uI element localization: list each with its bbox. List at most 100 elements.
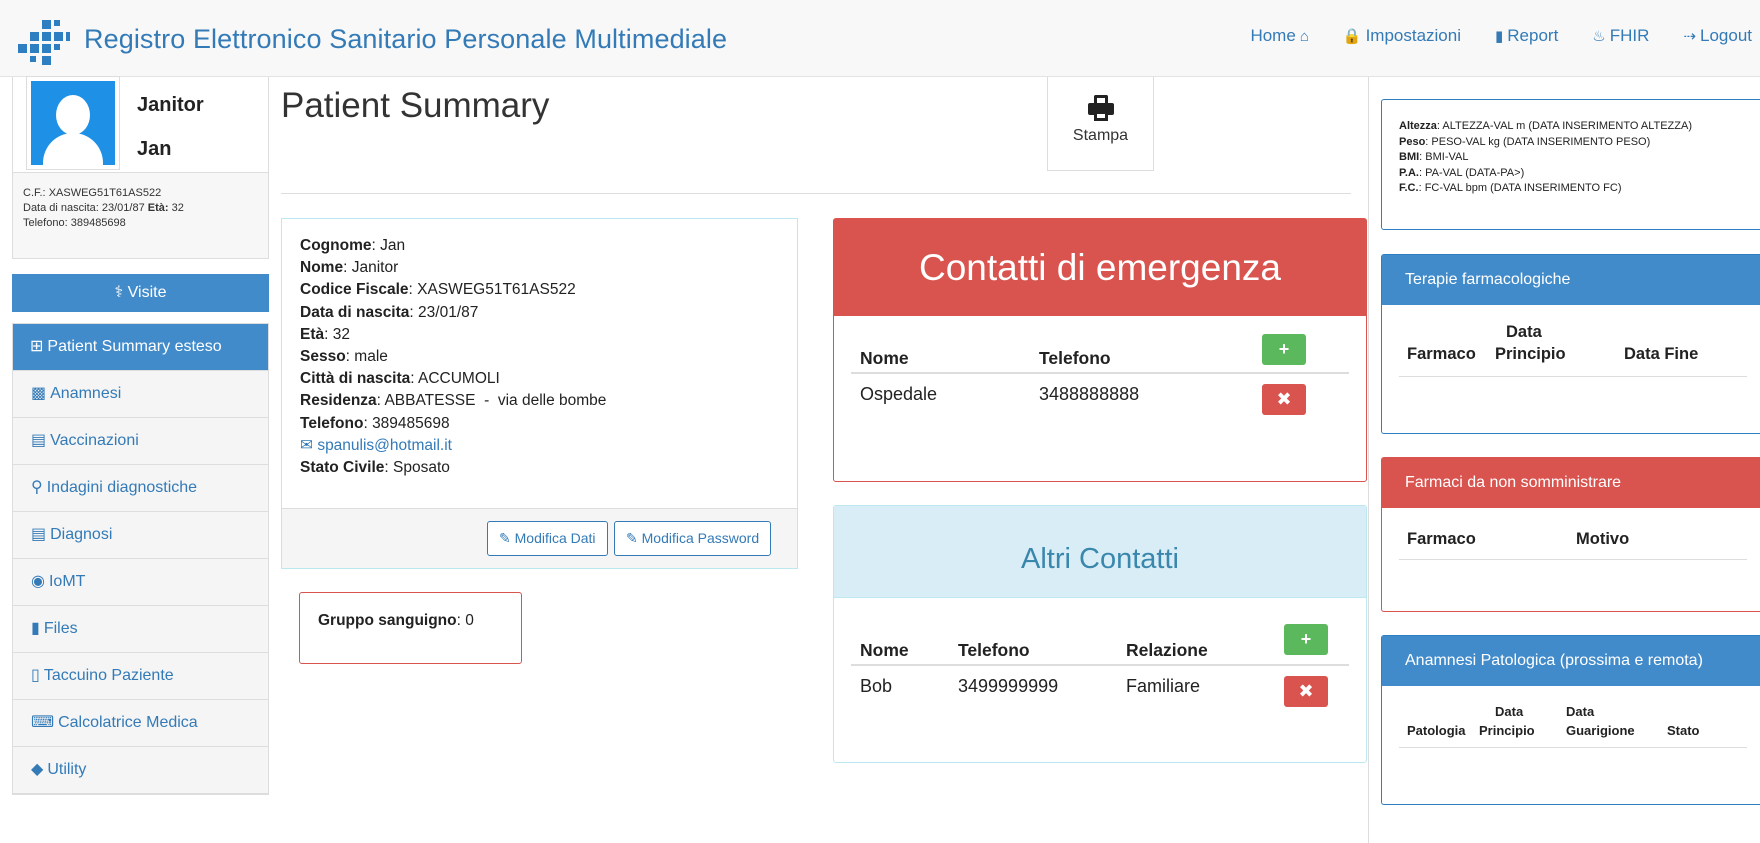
blood-group-label: Gruppo sanguigno: [318, 612, 457, 629]
col-data-guarigione-line1: Data: [1566, 704, 1595, 719]
col-farmaco: Farmaco: [1407, 530, 1476, 548]
nav-links: Home ⌂ 🔒 Impostazioni ▮ Report ♨ FHIR ⇢ Logou…: [1216, 26, 1752, 46]
nav-fhir-label: FHIR: [1609, 26, 1650, 45]
citta-value: ACCUMOLI: [418, 370, 500, 388]
fc-value: FC-VAL bpm (DATA INSERIMENTO FC): [1424, 182, 1622, 194]
sidebar-item-files[interactable]: ▮ Files: [13, 606, 268, 653]
col-nome: Nome: [860, 348, 909, 368]
nav-report[interactable]: ▮ Report: [1495, 26, 1558, 46]
add-emergency-contact-button[interactable]: +: [1262, 334, 1306, 365]
plus-icon: +: [1278, 339, 1290, 359]
data-nascita-value: 23/01/87: [418, 303, 479, 321]
cognome-value: Jan: [380, 237, 406, 254]
col-telefono: Telefono: [1039, 348, 1111, 368]
brand[interactable]: Registro Elettronico Sanitario Personale…: [18, 18, 727, 65]
col-telefono: Telefono: [958, 640, 1030, 660]
telefono-value: 389485698: [372, 414, 450, 432]
sidebar-item-label: Calcolatrice Medica: [58, 714, 198, 731]
sidebar-item-anamnesi[interactable]: ▩ Anamnesi: [13, 371, 268, 418]
table-icon: ⊞: [30, 338, 44, 355]
emergency-contacts-panel: Contatti di emergenza Nome Telefono + Os…: [833, 218, 1367, 482]
nav-impostazioni-label: Impostazioni: [1365, 26, 1461, 45]
modifica-password-button[interactable]: ✎ Modifica Password: [614, 521, 772, 556]
right-column: Altezza: ALTEZZA-VAL m (DATA INSERIMENTO…: [1368, 77, 1760, 843]
col-data-principio-line2: Principio: [1495, 345, 1566, 363]
modifica-dati-button[interactable]: ✎ Modifica Dati: [487, 521, 608, 556]
nav-logout-label: Logout: [1700, 26, 1752, 45]
email-value: spanulis@hotmail.it: [317, 436, 452, 454]
table-row: Ospedale 3488888888 ✖: [851, 376, 1349, 418]
terapie-panel: Terapie farmacologiche Farmaco Data Prin…: [1381, 254, 1760, 434]
print-label: Stampa: [1072, 127, 1129, 144]
col-data-guarigione-line2: Guarigione: [1566, 723, 1635, 738]
email-link[interactable]: ✉ spanulis@hotmail.it: [300, 435, 779, 457]
sidebar-item-label: Utility: [47, 761, 87, 778]
cf-value: XASWEG51T61AS522: [48, 187, 162, 199]
bmi-label: BMI: [1399, 151, 1420, 163]
sidebar-item-patient-summary[interactable]: ⊞ Patient Summary esteso: [13, 324, 268, 371]
patient-profile-card: Janitor Jan: [12, 77, 269, 173]
delete-emergency-contact-button[interactable]: ✖: [1262, 384, 1306, 415]
col-patologia: Patologia: [1407, 723, 1466, 738]
sidebar-item-indagini[interactable]: ⚲ Indagini diagnostiche: [13, 465, 268, 512]
blood-group-box: Gruppo sanguigno: 0: [299, 592, 522, 664]
eta-value: 32: [171, 202, 184, 214]
sidebar-item-vaccinazioni[interactable]: ▤ Vaccinazioni: [13, 418, 268, 465]
pencil-icon: ✎: [499, 530, 511, 546]
document-icon: ▤: [31, 432, 47, 449]
pa-value: PA-VAL (DATA-PA>): [1425, 166, 1525, 179]
patient-info-footer: ✎ Modifica Dati ✎ Modifica Password: [282, 508, 797, 568]
cognome-label: Cognome: [300, 237, 372, 254]
peso-value: PESO-VAL kg (DATA INSERIMENTO PESO): [1431, 135, 1651, 148]
patient-second-line: Jan: [137, 138, 172, 160]
eta-label: Età:: [147, 202, 169, 214]
page-title: Patient Summary: [281, 86, 550, 125]
pa-label: P.A.: [1399, 166, 1419, 179]
divider: [281, 193, 1351, 194]
sidebar-item-calcolatrice[interactable]: ⌨ Calcolatrice Medica: [13, 700, 268, 747]
nav-home-label: Home: [1250, 26, 1296, 45]
nome-value: Janitor: [351, 259, 399, 277]
other-contacts-panel: Altri Contatti Nome Telefono Relazione +…: [833, 505, 1367, 763]
tel-value: 389485698: [70, 217, 126, 229]
sidebar-item-label: Vaccinazioni: [50, 432, 139, 449]
visite-button[interactable]: ⚕ Visite: [12, 274, 269, 312]
nav-impostazioni[interactable]: 🔒 Impostazioni: [1343, 26, 1461, 46]
sidebar-item-diagnosi[interactable]: ▤ Diagnosi: [13, 512, 268, 559]
plus-icon: +: [1300, 629, 1312, 649]
nav-logout[interactable]: ⇢ Logout: [1683, 26, 1752, 46]
add-other-contact-button[interactable]: +: [1284, 624, 1328, 655]
patient-info-panel: Cognome: Jan Nome: Janitor Codice Fiscal…: [281, 218, 798, 569]
lock-icon: 🔒: [1342, 28, 1362, 45]
sidebar-item-iomt[interactable]: ◉ IoMT: [13, 559, 268, 606]
logout-icon: ⇢: [1683, 28, 1696, 45]
sesso-value: male: [354, 348, 388, 366]
col-data-principio-line1: Data: [1506, 323, 1542, 341]
sesso-label: Sesso: [300, 348, 346, 366]
nav-home[interactable]: Home ⌂: [1250, 26, 1308, 46]
delete-other-contact-button[interactable]: ✖: [1284, 676, 1328, 707]
sidebar-item-utility[interactable]: ◆ Utility: [13, 747, 268, 794]
contact-phone: 3488888888: [1039, 384, 1140, 404]
farmaci-table-header: Farmaco Motivo: [1399, 522, 1747, 560]
stethoscope-icon: ⚕: [114, 284, 124, 301]
nav-fhir[interactable]: ♨ FHIR: [1592, 26, 1649, 46]
patient-first-line: Janitor: [137, 94, 204, 116]
codice-fiscale-label: Codice Fiscale: [300, 281, 409, 299]
terapie-title: Terapie farmacologiche: [1382, 255, 1760, 305]
col-nome: Nome: [860, 640, 909, 660]
col-data-principio-line2: Principio: [1479, 723, 1535, 738]
home-icon: ⌂: [1299, 28, 1309, 45]
fire-icon: ♨: [1592, 28, 1606, 45]
sidebar-item-taccuino[interactable]: ▯ Taccuino Paziente: [13, 653, 268, 700]
altezza-value: ALTEZZA-VAL m (DATA INSERIMENTO ALTEZZA): [1442, 120, 1692, 132]
blood-group-value: 0: [465, 612, 474, 629]
print-button[interactable]: Stampa: [1047, 77, 1154, 171]
contact-phone: 3499999999: [958, 676, 1059, 696]
table-row: Bob 3499999999 Familiare ✖: [851, 668, 1349, 710]
sidebar-item-label: IoMT: [48, 573, 86, 590]
top-navbar: Registro Elettronico Sanitario Personale…: [0, 0, 1760, 77]
inbox-icon: ▩: [31, 385, 47, 402]
col-farmaco: Farmaco: [1407, 345, 1476, 363]
sidebar-item-label: Anamnesi: [50, 385, 122, 402]
